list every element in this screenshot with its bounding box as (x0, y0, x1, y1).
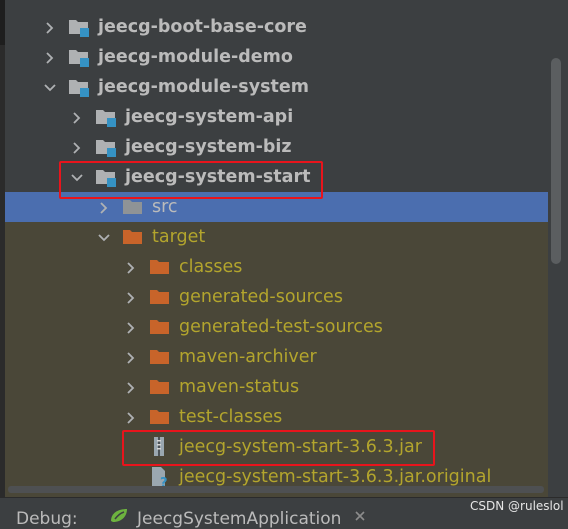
tree-item-label: test-classes (179, 407, 283, 427)
chevron-right-icon[interactable] (124, 381, 138, 395)
close-icon[interactable] (354, 510, 366, 522)
unknown-file-icon: ? (152, 467, 168, 491)
tree-item-icon (95, 136, 117, 158)
tree-row[interactable]: test-classes (5, 402, 548, 432)
collapse-arrow[interactable] (70, 140, 84, 154)
tree-row[interactable]: jeecg-module-demo (5, 42, 548, 72)
tree-row[interactable]: maven-archiver (5, 342, 548, 372)
tree-row[interactable]: target (5, 222, 548, 252)
tree-item-icon (68, 46, 90, 68)
chevron-right-icon[interactable] (43, 51, 57, 65)
tree-item-label: jeecg-system-api (125, 107, 294, 127)
chevron-right-icon[interactable] (70, 111, 84, 125)
tree-item-label: maven-archiver (179, 347, 317, 367)
collapse-arrow[interactable] (124, 410, 138, 424)
highlight-box-module (59, 161, 323, 199)
excluded-folder-icon (150, 290, 169, 304)
excluded-folder-icon (150, 410, 169, 424)
chevron-right-icon[interactable] (97, 201, 111, 215)
expand-arrow[interactable] (43, 80, 57, 94)
tree-item-icon (149, 346, 171, 368)
tree-item-icon (149, 256, 171, 278)
tree-item-icon: ? (149, 466, 171, 491)
folder-icon (123, 200, 142, 214)
module-folder-icon (69, 20, 89, 37)
collapse-arrow[interactable] (43, 20, 57, 34)
excluded-folder-icon (150, 380, 169, 394)
tree-row[interactable]: jeecg-system-api (5, 102, 548, 132)
module-folder-icon (69, 50, 89, 67)
highlight-box-jar (122, 430, 435, 466)
module-folder-icon (96, 140, 116, 157)
chevron-down-icon[interactable] (43, 81, 57, 95)
tree-item-icon (68, 16, 90, 38)
chevron-right-icon[interactable] (70, 141, 84, 155)
collapse-arrow[interactable] (97, 200, 111, 214)
tree-item-label: maven-status (179, 377, 300, 397)
chevron-right-icon[interactable] (124, 321, 138, 335)
tree-item-label: jeecg-module-system (98, 77, 309, 97)
collapse-arrow[interactable] (70, 110, 84, 124)
debug-label: Debug: (16, 509, 78, 529)
spring-boot-icon (111, 509, 127, 522)
tree-item-label: jeecg-system-biz (125, 137, 292, 157)
chevron-right-icon[interactable] (124, 411, 138, 425)
chevron-right-icon[interactable] (124, 291, 138, 305)
tree-row[interactable]: classes (5, 252, 548, 282)
collapse-arrow[interactable] (43, 50, 57, 64)
tree-item-icon (149, 316, 171, 338)
excluded-folder-icon (150, 260, 169, 274)
tree-item-icon (68, 76, 90, 98)
tree-row[interactable]: generated-sources (5, 282, 548, 312)
tree-row[interactable]: jeecg-boot-base-core (5, 12, 548, 42)
tree-item-icon (149, 406, 171, 428)
tree-item-label: target (152, 227, 206, 247)
excluded-folder-icon (150, 350, 169, 364)
module-folder-icon (69, 80, 89, 97)
tree-item-icon (95, 106, 117, 128)
excluded-folder-icon (123, 230, 142, 244)
tree-item-label: classes (179, 257, 243, 277)
chevron-right-icon[interactable] (124, 261, 138, 275)
tree-item-icon (149, 286, 171, 308)
collapse-arrow[interactable] (124, 320, 138, 334)
tree-item-icon (149, 376, 171, 398)
tree-item-icon (122, 226, 144, 248)
vertical-scrollbar[interactable] (548, 0, 568, 497)
tree-item-label: generated-sources (179, 287, 343, 307)
project-tree-panel: jeecg-boot-base-core jeecg-module-demo jee… (0, 0, 568, 497)
tree-item-label: generated-test-sources (179, 317, 383, 337)
expand-arrow[interactable] (97, 230, 111, 244)
watermark-text: CSDN @ruleslol (470, 499, 564, 513)
collapse-arrow[interactable] (124, 290, 138, 304)
scrollbar-thumb[interactable] (551, 58, 561, 264)
debug-tab-name[interactable]: JeecgSystemApplication (137, 509, 341, 529)
tree-item-label: jeecg-module-demo (98, 47, 293, 67)
tree-row[interactable]: maven-status (5, 372, 548, 402)
chevron-right-icon[interactable] (43, 21, 57, 35)
tree-row[interactable]: generated-test-sources (5, 312, 548, 342)
excluded-folder-icon (150, 320, 169, 334)
tree-item-label: jeecg-boot-base-core (98, 17, 307, 37)
tree-row[interactable]: jeecg-module-system (5, 72, 548, 102)
collapse-arrow[interactable] (124, 350, 138, 364)
module-folder-icon (96, 110, 116, 127)
horizontal-scrollbar[interactable] (8, 486, 544, 493)
chevron-right-icon[interactable] (124, 351, 138, 365)
tree-row[interactable]: jeecg-system-biz (5, 132, 548, 162)
chevron-down-icon[interactable] (97, 231, 111, 245)
collapse-arrow[interactable] (124, 260, 138, 274)
tree-item-icon (122, 196, 144, 218)
collapse-arrow[interactable] (124, 380, 138, 394)
